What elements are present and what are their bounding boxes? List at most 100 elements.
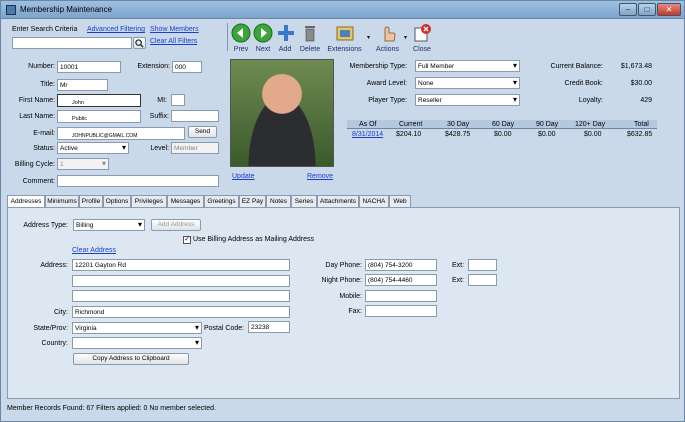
close-window-button[interactable]: ✕ <box>657 3 681 16</box>
last-name-field[interactable]: Public <box>57 110 141 123</box>
tab-minimums[interactable]: Minimums <box>45 195 79 207</box>
tab-series[interactable]: Series <box>291 195 317 207</box>
loyalty-value: 429 <box>640 97 652 104</box>
aging-header-as-of: As Of <box>359 121 377 128</box>
email-field[interactable]: JOHNPUBLIC@GMAIL.COM <box>57 127 185 140</box>
delete-button[interactable]: Delete <box>297 23 323 53</box>
aging-header-current: Current <box>399 121 423 128</box>
tab-notes[interactable]: Notes <box>266 195 291 207</box>
tab-web[interactable]: Web <box>389 195 411 207</box>
address-type-label: Address Type: <box>23 222 68 229</box>
billing-cycle-select[interactable]: 1 <box>57 158 109 170</box>
address-line2-field[interactable] <box>72 275 290 287</box>
first-name-label: First Name: <box>18 97 55 104</box>
aging-total-value: $632.85 <box>627 131 653 138</box>
addresses-panel: Address Type: Billing Add Address ✓ Use … <box>7 207 680 399</box>
tab-attachments[interactable]: Attachments <box>317 195 359 207</box>
extension-field[interactable]: 000 <box>172 61 202 73</box>
status-select[interactable]: Active <box>57 142 129 154</box>
city-field[interactable]: Richmond <box>72 306 290 318</box>
postal-code-field[interactable]: 23238 <box>248 321 290 333</box>
night-phone-field[interactable]: (804) 754-4460 <box>365 274 437 286</box>
next-button[interactable]: Next <box>253 23 273 53</box>
update-photo-link[interactable]: Update <box>232 173 255 180</box>
prev-button[interactable]: Prev <box>231 23 251 53</box>
copy-address-button[interactable]: Copy Address to Clipboard <box>73 353 189 365</box>
close-button[interactable]: Close <box>411 23 433 53</box>
comment-field[interactable] <box>57 175 219 187</box>
add-address-button[interactable]: Add Address <box>151 219 201 231</box>
app-icon <box>6 5 16 15</box>
state-select[interactable]: Virginia <box>72 322 202 334</box>
toolbar-separator <box>227 23 228 51</box>
use-billing-checkbox[interactable]: ✓ <box>183 236 191 244</box>
tab-profile[interactable]: Profile <box>79 195 103 207</box>
membership-type-select[interactable]: Full Member <box>415 60 520 72</box>
credit-book-value: $30.00 <box>630 80 652 87</box>
number-label: Number: <box>28 63 55 70</box>
first-name-field[interactable]: John <box>57 94 141 107</box>
title-field[interactable]: Mr <box>57 79 108 91</box>
search-input[interactable] <box>12 37 132 49</box>
clear-all-filters-link[interactable]: Clear All Filters <box>150 38 197 45</box>
actions-button[interactable]: Actions <box>374 23 401 53</box>
hand-pointer-icon <box>384 26 395 42</box>
tab-nacha[interactable]: NACHA <box>359 195 389 207</box>
level-label: Level: <box>150 145 169 152</box>
aging-30-day-value: $428.75 <box>445 131 471 138</box>
send-email-button[interactable]: Send <box>188 126 217 138</box>
address-line3-field[interactable] <box>72 290 290 302</box>
clear-address-link[interactable]: Clear Address <box>72 247 116 254</box>
number-field[interactable]: 10001 <box>57 61 121 73</box>
aging-60-day-value: $0.00 <box>494 131 512 138</box>
tab-ez-pay[interactable]: EZ Pay <box>239 195 266 207</box>
current-balance-label: Current Balance: <box>550 63 603 70</box>
day-phone-field[interactable]: (804) 754-3200 <box>365 259 437 271</box>
extensions-icon <box>336 26 353 41</box>
actions-dropdown-icon[interactable]: ▾ <box>404 34 407 41</box>
add-button[interactable]: Add <box>276 23 294 53</box>
status-label: Status: <box>33 145 55 152</box>
aging-header-60-day: 60 Day <box>492 121 515 128</box>
email-label: E-mail: <box>33 130 55 137</box>
mi-field[interactable] <box>171 94 185 106</box>
day-ext-label: Ext: <box>451 262 464 269</box>
extensions-button[interactable]: Extensions <box>326 23 363 53</box>
tab-messages[interactable]: Messages <box>167 195 204 207</box>
close-document-icon <box>414 24 431 42</box>
show-members-link[interactable]: Show Members <box>150 26 199 33</box>
credit-book-label: Credit Book: <box>564 80 603 87</box>
day-ext-field[interactable] <box>468 259 497 271</box>
address-type-select[interactable]: Billing <box>73 219 145 231</box>
aging-as-of-date-link[interactable]: 8/31/2014 <box>352 131 383 138</box>
prev-label: Prev <box>233 46 249 53</box>
address-line1-field[interactable]: 12201 Gayton Rd <box>72 259 290 271</box>
night-ext-label: Ext: <box>451 277 464 284</box>
extensions-dropdown-icon[interactable]: ▾ <box>367 34 370 41</box>
suffix-field[interactable] <box>171 110 219 122</box>
player-type-select[interactable]: Reseller <box>415 94 520 106</box>
aging-header-120-day: 120+ Day <box>575 121 606 128</box>
add-label: Add <box>278 46 292 53</box>
tab-greetings[interactable]: Greetings <box>204 195 239 207</box>
fax-field[interactable] <box>365 305 437 317</box>
award-level-select[interactable]: None <box>415 77 520 89</box>
aging-header-30-day: 30 Day <box>447 121 470 128</box>
advanced-filtering-link[interactable]: Advanced Filtering <box>87 26 145 33</box>
tab-privileges[interactable]: Privileges <box>131 195 167 207</box>
aging-header-total: Total <box>634 121 649 128</box>
arrow-left-icon <box>231 23 251 43</box>
maximize-button[interactable]: □ <box>638 3 656 16</box>
player-type-label: Player Type: <box>368 97 407 104</box>
tab-options[interactable]: Options <box>103 195 131 207</box>
remove-photo-link[interactable]: Remove <box>307 173 333 180</box>
night-ext-field[interactable] <box>468 274 497 286</box>
delete-label: Delete <box>299 46 321 53</box>
title-bar[interactable]: Membership Maintenance – □ ✕ <box>1 1 684 19</box>
minimize-button[interactable]: – <box>619 3 637 16</box>
country-select[interactable] <box>72 337 202 349</box>
search-button[interactable] <box>133 37 146 49</box>
mobile-field[interactable] <box>365 290 437 302</box>
aging-120-day-value: $0.00 <box>584 131 602 138</box>
mi-label: MI: <box>157 97 167 104</box>
